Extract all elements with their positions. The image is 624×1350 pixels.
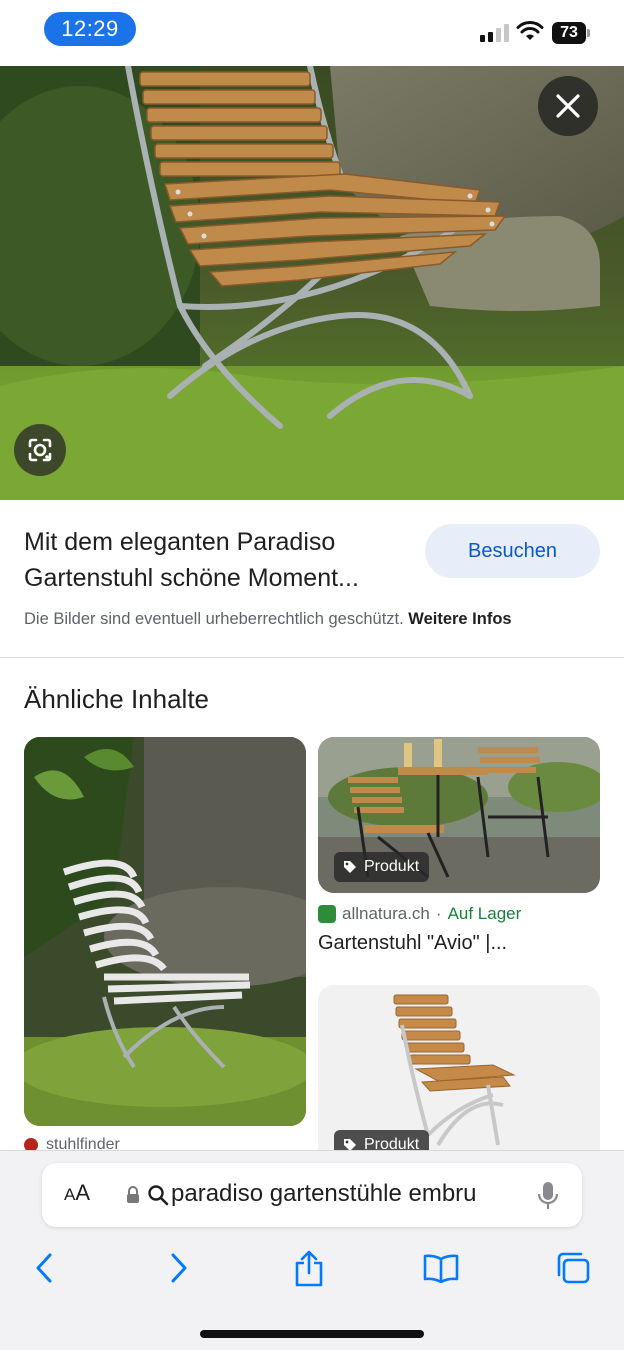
copyright-notice: Die Bilder sind eventuell urheberrechtli… [24, 610, 512, 629]
tabs-icon [557, 1252, 590, 1284]
search-icon [148, 1185, 169, 1206]
forward-icon [171, 1253, 187, 1283]
home-indicator [200, 1330, 424, 1338]
microphone-icon[interactable] [536, 1180, 560, 1212]
back-button[interactable] [22, 1246, 66, 1290]
signal-icon [480, 24, 509, 42]
url-text[interactable]: paradiso gartenstühle embru [171, 1180, 511, 1208]
similar-content-heading: Ähnliche Inhalte [24, 684, 210, 714]
product-badge: Produkt [334, 852, 430, 882]
bookmarks-button[interactable] [419, 1246, 463, 1290]
availability-status: Auf Lager [447, 904, 522, 923]
source-name: allnatura.ch [342, 904, 430, 923]
battery-level: 73 [552, 22, 586, 44]
copyright-text: Die Bilder sind eventuell urheberrechtli… [24, 610, 404, 628]
battery-icon: 73 [552, 22, 590, 44]
lock-icon [127, 1186, 139, 1203]
google-lens-button[interactable] [14, 424, 66, 476]
similar-card-image[interactable] [24, 737, 306, 1126]
white-chair-photo [24, 737, 306, 1126]
visit-button[interactable]: Besuchen [425, 524, 600, 578]
forward-button[interactable] [157, 1246, 201, 1290]
status-time: 12:29 [44, 12, 136, 46]
similar-card-source[interactable]: allnatura.ch · Auf Lager [318, 904, 521, 924]
wifi-icon [516, 21, 544, 40]
close-button[interactable] [538, 76, 598, 136]
separator: · [435, 904, 442, 923]
close-icon [556, 94, 580, 118]
bookmarks-icon [423, 1254, 459, 1283]
status-bar: 12:29 73 [0, 0, 624, 66]
share-button[interactable] [287, 1246, 331, 1290]
google-lens-icon [28, 438, 52, 462]
hero-image[interactable] [0, 66, 624, 500]
tag-icon [344, 861, 356, 873]
similar-card-title[interactable]: Gartenstuhl "Avio" |... [318, 932, 507, 955]
product-badge-label: Produkt [364, 858, 420, 875]
back-icon [36, 1253, 52, 1283]
more-info-link[interactable]: Weitere Infos [408, 610, 511, 628]
divider [0, 657, 624, 658]
tabs-button[interactable] [551, 1246, 595, 1290]
text-size-button[interactable]: AA [64, 1180, 90, 1206]
result-title[interactable]: Mit dem eleganten Paradiso Gartenstuhl s… [24, 524, 414, 596]
site-favicon-icon [318, 905, 336, 923]
garden-chair-photo [0, 66, 624, 500]
share-icon [295, 1250, 323, 1287]
